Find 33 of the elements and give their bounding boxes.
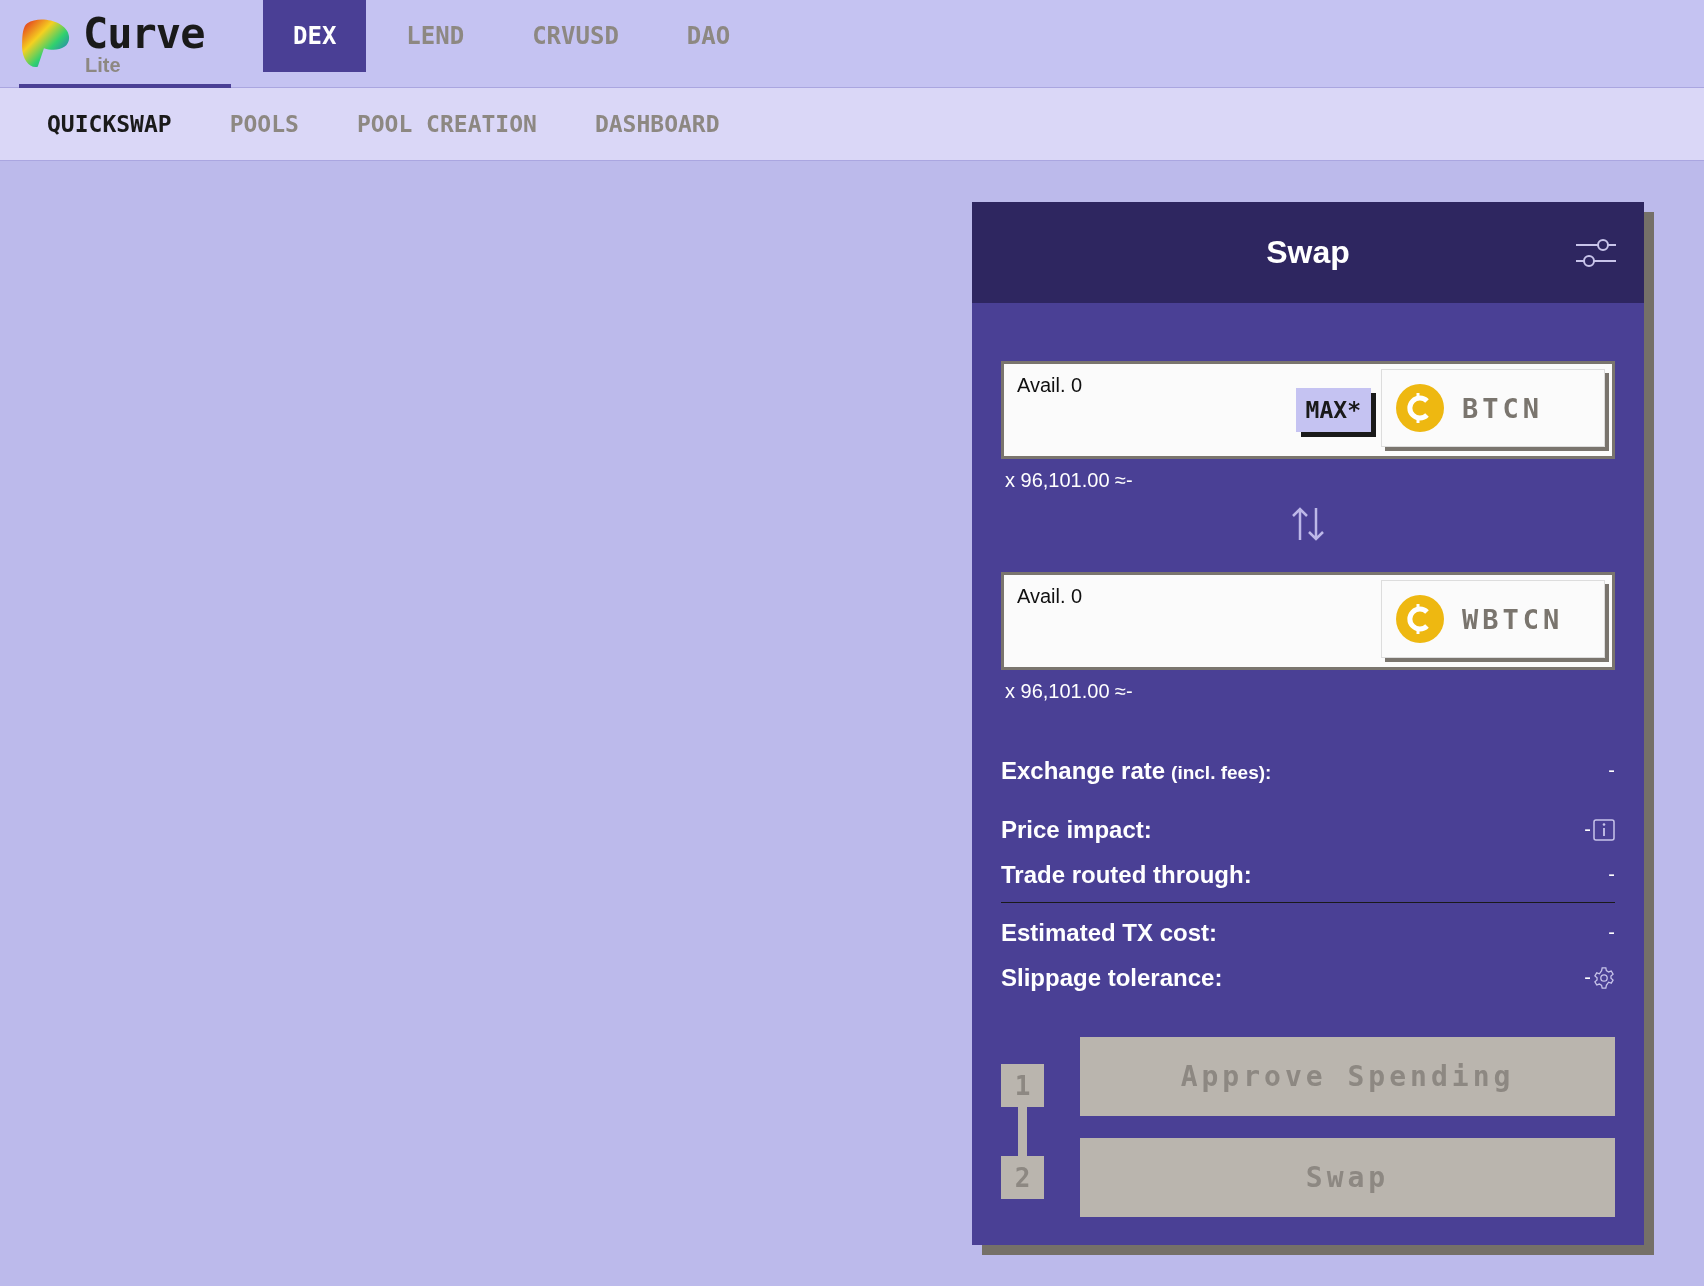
- detail-value: -: [1608, 863, 1615, 886]
- sub-tab[interactable]: DASHBOARD: [565, 111, 749, 137]
- brand-name: Curve: [83, 12, 205, 55]
- brand-subtitle: Lite: [85, 54, 122, 75]
- sub-tab[interactable]: POOL CREATION: [327, 111, 566, 137]
- nav-tab[interactable]: CRVUSD: [504, 0, 647, 72]
- amount-input-field[interactable]: Avail. 0 WBTCN: [1001, 572, 1615, 670]
- nav-tab[interactable]: DEX: [263, 0, 367, 72]
- detail-label: Estimated TX cost:: [1001, 918, 1218, 947]
- available-balance: Avail. 0: [1016, 373, 1084, 397]
- available-balance: Avail. 0: [1016, 584, 1084, 608]
- sub-tab[interactable]: QUICKSWAP: [18, 111, 201, 137]
- detail-label: Exchange rate (incl. fees):: [1001, 756, 1272, 785]
- swap-direction-icon[interactable]: [1290, 506, 1326, 542]
- nav-tab[interactable]: DAO: [658, 0, 759, 72]
- settings-icon[interactable]: [1593, 966, 1615, 989]
- detail-value: -: [1608, 921, 1615, 944]
- amount-input-field[interactable]: Avail. 0 MAX* BTCN: [1001, 361, 1615, 459]
- usd-rate-text: x 96,101.00 ≈-: [1005, 680, 1133, 703]
- detail-label: Slippage tolerance:: [1001, 963, 1223, 992]
- info-icon[interactable]: [1593, 818, 1615, 841]
- detail-value: -: [1584, 966, 1591, 989]
- card-title: Swap: [1266, 234, 1350, 271]
- nav-tab[interactable]: LEND: [378, 0, 493, 72]
- detail-label: Trade routed through:: [1001, 860, 1252, 889]
- coin-icon: [1396, 595, 1444, 643]
- detail-value: -: [1584, 818, 1591, 841]
- usd-rate-text: x 96,101.00 ≈-: [1005, 469, 1133, 492]
- coin-icon: [1396, 384, 1444, 432]
- sliders-icon[interactable]: [1576, 236, 1616, 270]
- sub-tab[interactable]: POOLS: [200, 111, 328, 137]
- detail-label: Price impact:: [1001, 815, 1152, 844]
- detail-value: -: [1608, 759, 1615, 782]
